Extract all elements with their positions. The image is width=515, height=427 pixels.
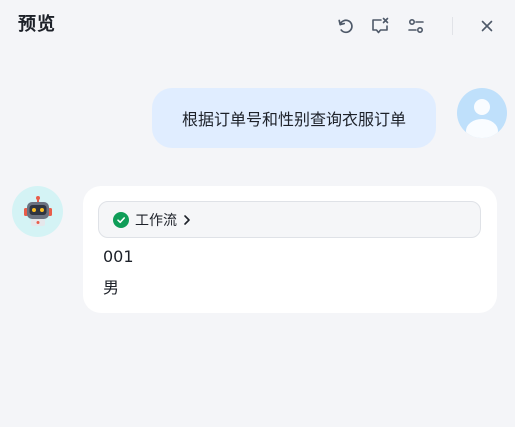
refresh-icon	[336, 16, 356, 36]
chevron-right-icon	[183, 214, 191, 226]
close-button[interactable]	[476, 15, 498, 37]
header-bar: 预览	[0, 0, 515, 52]
check-circle-icon	[113, 211, 129, 228]
output-line: 男	[103, 278, 120, 297]
workflow-chip[interactable]: 工作流	[98, 201, 481, 238]
bot-avatar	[12, 186, 63, 237]
close-icon	[479, 18, 495, 34]
settings-button[interactable]	[405, 15, 427, 37]
clear-chat-icon	[370, 16, 390, 36]
header-divider	[452, 17, 453, 35]
user-message-bubble: 根据订单号和性别查询衣服订单	[152, 88, 436, 148]
output-line: 001	[103, 247, 134, 266]
user-avatar-icon	[466, 99, 498, 138]
bot-reply-card: 工作流 001 男	[83, 186, 497, 313]
clear-chat-button[interactable]	[369, 15, 391, 37]
user-avatar	[457, 88, 507, 138]
settings-sliders-icon	[406, 16, 426, 36]
user-message-text: 根据订单号和性别查询衣服订单	[181, 110, 406, 129]
workflow-label: 工作流	[135, 212, 177, 229]
refresh-button[interactable]	[335, 15, 357, 37]
robot-icon	[23, 195, 52, 226]
page-title: 预览	[18, 14, 56, 35]
